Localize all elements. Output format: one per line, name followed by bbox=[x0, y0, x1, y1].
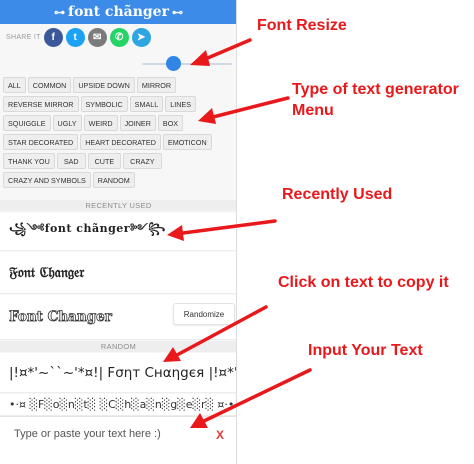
annotation-click-to-copy: Click on text to copy it bbox=[278, 274, 449, 291]
email-icon[interactable]: ✉ bbox=[87, 27, 107, 47]
app-logo: font chãnger bbox=[68, 4, 169, 20]
menu-item-emoticon[interactable]: EMOTICON bbox=[162, 134, 212, 150]
whatsapp-icon[interactable]: ✆ bbox=[109, 27, 129, 47]
screenshot-root: ⊶ font chãnger ⊷ SHARE IT f t ✉ ✆ ➤ ALL … bbox=[0, 0, 474, 464]
menu-item-upside-down[interactable]: UPSIDE DOWN bbox=[73, 77, 135, 93]
text-input[interactable] bbox=[14, 425, 214, 443]
annotation-recently-used: Recently Used bbox=[282, 186, 393, 203]
menu-item-weird[interactable]: WEIRD bbox=[83, 115, 118, 131]
annotation-input-text: Input Your Text bbox=[308, 342, 423, 359]
facebook-icon[interactable]: f bbox=[43, 27, 63, 47]
clear-icon[interactable]: X bbox=[216, 428, 224, 442]
menu-item-lines[interactable]: LINES bbox=[165, 96, 197, 112]
menu-item-ugly[interactable]: UGLY bbox=[52, 115, 82, 131]
telegram-icon[interactable]: ➤ bbox=[131, 27, 151, 47]
menu-item-reverse-mirror[interactable]: REVERSE MIRROR bbox=[3, 96, 79, 112]
menu-item-cute[interactable]: CUTE bbox=[87, 153, 122, 169]
menu-item-small[interactable]: SMALL bbox=[129, 96, 164, 112]
menu-item-crazy[interactable]: CRAZY bbox=[123, 153, 162, 169]
menu-item-mirror[interactable]: MIRROR bbox=[136, 77, 177, 93]
menu-item-all[interactable]: ALL bbox=[3, 77, 26, 93]
menu-item-squiggle[interactable]: SQUIGGLE bbox=[3, 115, 51, 131]
menu-item-heart-decorated[interactable]: HEART DECORATED bbox=[80, 134, 161, 150]
app-header[interactable]: ⊶ font chãnger ⊷ bbox=[0, 0, 236, 24]
menu-item-common[interactable]: COMMON bbox=[27, 77, 72, 93]
font-size-slider-thumb[interactable] bbox=[165, 56, 181, 71]
recent-text-item[interactable]: 𝔉𝔬𝔫𝔱 ℭ𝔥𝔞𝔫𝔤𝔢𝔯 bbox=[0, 252, 236, 294]
recently-used-header: RECENTLY USED bbox=[0, 200, 236, 211]
randomize-button[interactable]: Randomize bbox=[173, 303, 235, 325]
annotation-menu-line2: Menu bbox=[292, 102, 334, 119]
menu-item-star-decorated[interactable]: STAR DECORATED bbox=[3, 134, 79, 150]
twitter-icon[interactable]: t bbox=[65, 27, 85, 47]
menu-item-box[interactable]: BOX bbox=[157, 115, 184, 131]
menu-item-joiner[interactable]: JOINER bbox=[119, 115, 156, 131]
annotation-font-resize: Font Resize bbox=[257, 17, 347, 34]
input-bar: X bbox=[0, 416, 236, 464]
recent-text-item[interactable]: ꧁༺font chãnger༻꧂ bbox=[0, 213, 236, 251]
menu-item-symbolic[interactable]: SYMBOLIC bbox=[80, 96, 128, 112]
logo-ornament-left: ⊶ bbox=[54, 5, 66, 19]
menu-item-crazy-and-symbols[interactable]: CRAZY AND SYMBOLS bbox=[3, 172, 91, 188]
random-header: RANDOM bbox=[0, 341, 236, 352]
font-size-slider-track[interactable] bbox=[142, 63, 232, 65]
generator-menu: ALL COMMON UPSIDE DOWN MIRROR REVERSE MI… bbox=[3, 77, 235, 191]
share-label: SHARE IT bbox=[6, 33, 41, 41]
random-text-item[interactable]: |!¤*'~``~'*¤!| Fσηт Cнαηgєя |!¤*'~`` bbox=[0, 353, 236, 393]
annotation-menu-line1: Type of text generator bbox=[292, 81, 459, 98]
random-text-item[interactable]: •·¤ ░F░o░n░t░ ░C░h░a░n░g░e░r░ ¤·• bbox=[0, 394, 236, 416]
menu-item-random[interactable]: RANDOM bbox=[92, 172, 135, 188]
share-row: SHARE IT f t ✉ ✆ ➤ bbox=[6, 27, 154, 47]
menu-item-thank-you[interactable]: THANK YOU bbox=[3, 153, 55, 169]
font-changer-app: ⊶ font chãnger ⊷ SHARE IT f t ✉ ✆ ➤ ALL … bbox=[0, 0, 237, 464]
logo-ornament-right: ⊷ bbox=[171, 5, 183, 19]
menu-item-sad[interactable]: SAD bbox=[56, 153, 86, 169]
